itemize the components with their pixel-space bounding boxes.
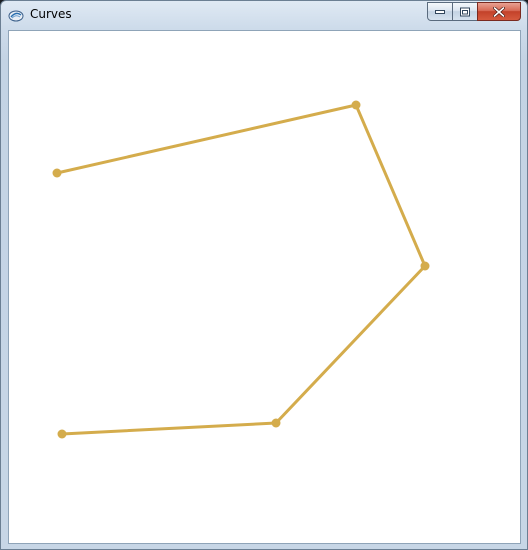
curve-polyline: [55, 103, 427, 436]
minimize-icon: [435, 9, 445, 14]
maximize-button[interactable]: [452, 2, 478, 21]
close-icon: [493, 6, 505, 17]
application-window: Curves: [0, 0, 528, 550]
curve-canvas[interactable]: [9, 31, 520, 543]
control-point-3[interactable]: [420, 261, 430, 271]
caption-buttons: [427, 2, 521, 21]
client-area[interactable]: [8, 30, 521, 544]
control-point-5[interactable]: [57, 429, 67, 439]
control-point-1[interactable]: [52, 168, 62, 178]
title-bar[interactable]: Curves: [1, 1, 527, 30]
minimize-button[interactable]: [427, 2, 453, 21]
control-points: [52, 100, 430, 439]
maximize-icon: [460, 7, 470, 16]
close-button[interactable]: [477, 2, 521, 21]
control-point-2[interactable]: [351, 100, 361, 110]
app-icon[interactable]: [8, 8, 24, 24]
control-point-4[interactable]: [271, 418, 281, 428]
window-title: Curves: [30, 7, 72, 21]
